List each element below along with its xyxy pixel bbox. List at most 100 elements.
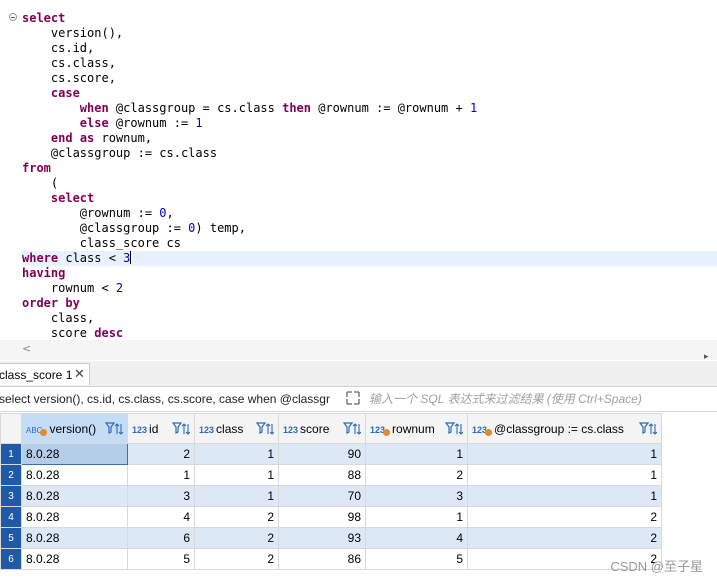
- code-line[interactable]: end as rownum,: [22, 131, 717, 146]
- editor-horizontal-scrollbar[interactable]: < ▸: [0, 340, 717, 362]
- table-cell[interactable]: 2: [127, 443, 195, 465]
- table-cell[interactable]: 1: [365, 443, 468, 465]
- table-row[interactable]: 4 8.0.28 4 2 98 1 2: [0, 506, 662, 528]
- column-header-id[interactable]: 123 id: [127, 413, 195, 444]
- sql-text: cs.score,: [22, 71, 116, 85]
- tab-class-score[interactable]: class_score 1 ✕: [0, 363, 90, 385]
- code-line[interactable]: class,: [22, 311, 717, 326]
- table-cell[interactable]: 98: [278, 506, 366, 528]
- table-cell[interactable]: 86: [278, 548, 366, 570]
- table-cell[interactable]: 1: [365, 506, 468, 528]
- table-cell[interactable]: 3: [127, 485, 195, 507]
- code-line[interactable]: version(),: [22, 26, 717, 41]
- sql-text: @classgroup :=: [22, 221, 189, 235]
- row-number[interactable]: 1: [0, 443, 22, 465]
- table-cell[interactable]: 5: [127, 548, 195, 570]
- table-cell[interactable]: 2: [194, 506, 279, 528]
- table-cell[interactable]: 70: [278, 485, 366, 507]
- code-line[interactable]: select: [22, 191, 717, 206]
- code-line[interactable]: @classgroup := 0) temp,: [22, 221, 717, 236]
- sql-text: @rownum :=: [22, 206, 160, 220]
- code-line[interactable]: cs.class,: [22, 56, 717, 71]
- table-cell[interactable]: 8.0.28: [21, 506, 128, 528]
- code-line[interactable]: from: [22, 161, 717, 176]
- table-row[interactable]: 3 8.0.28 3 1 70 3 1: [0, 485, 662, 507]
- table-cell[interactable]: 2: [194, 527, 279, 549]
- column-filter-sort-icon[interactable]: [445, 421, 463, 437]
- table-cell[interactable]: 8.0.28: [21, 548, 128, 570]
- row-number[interactable]: 3: [0, 485, 22, 507]
- table-cell[interactable]: 2: [467, 506, 662, 528]
- table-cell[interactable]: 2: [365, 464, 468, 486]
- sql-code[interactable]: select version(), cs.id, cs.class, cs.sc…: [22, 11, 717, 340]
- table-cell[interactable]: 3: [365, 485, 468, 507]
- table-cell[interactable]: 93: [278, 527, 366, 549]
- code-line[interactable]: select: [22, 11, 717, 26]
- row-number[interactable]: 2: [0, 464, 22, 486]
- code-line[interactable]: order by: [22, 296, 717, 311]
- code-line[interactable]: when @classgroup = cs.class then @rownum…: [22, 101, 717, 116]
- sql-keyword: then: [282, 101, 311, 115]
- table-cell[interactable]: 1: [467, 485, 662, 507]
- table-cell[interactable]: 8.0.28: [21, 485, 128, 507]
- close-icon[interactable]: ✕: [74, 366, 85, 382]
- code-line[interactable]: class_score cs: [22, 236, 717, 251]
- column-filter-sort-icon[interactable]: [256, 421, 274, 437]
- sql-number: 3: [123, 251, 131, 265]
- table-cell[interactable]: 2: [467, 527, 662, 549]
- table-cell[interactable]: 88: [278, 464, 366, 486]
- table-row[interactable]: 2 8.0.28 1 1 88 2 1: [0, 464, 662, 486]
- column-header-version[interactable]: ABC version(): [21, 413, 128, 444]
- sql-text: @rownum := @rownum +: [311, 101, 470, 115]
- sql-keyword: order: [22, 296, 59, 310]
- code-line[interactable]: else @rownum := 1: [22, 116, 717, 131]
- table-cell[interactable]: 8.0.28: [21, 464, 128, 486]
- number-type-icon: 123: [283, 424, 299, 435]
- column-header-class[interactable]: 123 class: [194, 413, 279, 444]
- code-line[interactable]: (: [22, 176, 717, 191]
- table-cell[interactable]: 4: [365, 527, 468, 549]
- code-line[interactable]: case: [22, 86, 717, 101]
- table-cell[interactable]: 8.0.28: [21, 527, 128, 549]
- table-cell[interactable]: 8.0.28: [21, 443, 128, 465]
- row-number[interactable]: 6: [0, 548, 22, 570]
- column-filter-sort-icon[interactable]: [343, 421, 361, 437]
- column-header-classgroup[interactable]: 123 @classgroup := cs.class: [467, 413, 662, 444]
- expand-filter-icon[interactable]: [345, 390, 361, 406]
- code-line[interactable]: @rownum := 0,: [22, 206, 717, 221]
- code-line[interactable]: rownum < 2: [22, 281, 717, 296]
- filter-input[interactable]: [369, 390, 709, 407]
- row-number[interactable]: 5: [0, 527, 22, 549]
- column-filter-sort-icon[interactable]: [172, 421, 190, 437]
- table-cell[interactable]: 1: [467, 464, 662, 486]
- row-number[interactable]: 4: [0, 506, 22, 528]
- table-cell[interactable]: 2: [194, 548, 279, 570]
- code-line[interactable]: score desc: [22, 326, 717, 340]
- fold-collapse-icon[interactable]: [9, 13, 17, 21]
- table-cell[interactable]: 5: [365, 548, 468, 570]
- column-header-rownum[interactable]: 123 rownum: [365, 413, 468, 444]
- code-line[interactable]: @classgroup := cs.class: [22, 146, 717, 161]
- table-row[interactable]: 6 8.0.28 5 2 86 5 2: [0, 548, 662, 570]
- table-cell[interactable]: 1: [194, 485, 279, 507]
- column-header-score[interactable]: 123 score: [278, 413, 366, 444]
- sql-editor[interactable]: select version(), cs.id, cs.class, cs.sc…: [0, 0, 717, 340]
- table-cell[interactable]: 1: [194, 443, 279, 465]
- table-cell[interactable]: 4: [127, 506, 195, 528]
- table-cell[interactable]: 1: [127, 464, 195, 486]
- number-type-icon: 123: [132, 424, 148, 435]
- column-filter-sort-icon[interactable]: [105, 421, 123, 437]
- table-cell[interactable]: 90: [278, 443, 366, 465]
- table-cell[interactable]: 1: [467, 443, 662, 465]
- table-cell[interactable]: 6: [127, 527, 195, 549]
- column-filter-sort-icon[interactable]: [639, 421, 657, 437]
- code-line[interactable]: having: [22, 266, 717, 281]
- code-line[interactable]: cs.score,: [22, 71, 717, 86]
- table-cell[interactable]: 1: [194, 464, 279, 486]
- table-row[interactable]: 1 8.0.28 2 1 90 1 1: [0, 443, 662, 465]
- code-line[interactable]: cs.id,: [22, 41, 717, 56]
- scroll-left-icon[interactable]: <: [22, 342, 31, 355]
- sql-text: @classgroup := cs.class: [22, 146, 218, 160]
- table-row[interactable]: 5 8.0.28 6 2 93 4 2: [0, 527, 662, 549]
- code-line[interactable]: where class < 3: [22, 251, 717, 266]
